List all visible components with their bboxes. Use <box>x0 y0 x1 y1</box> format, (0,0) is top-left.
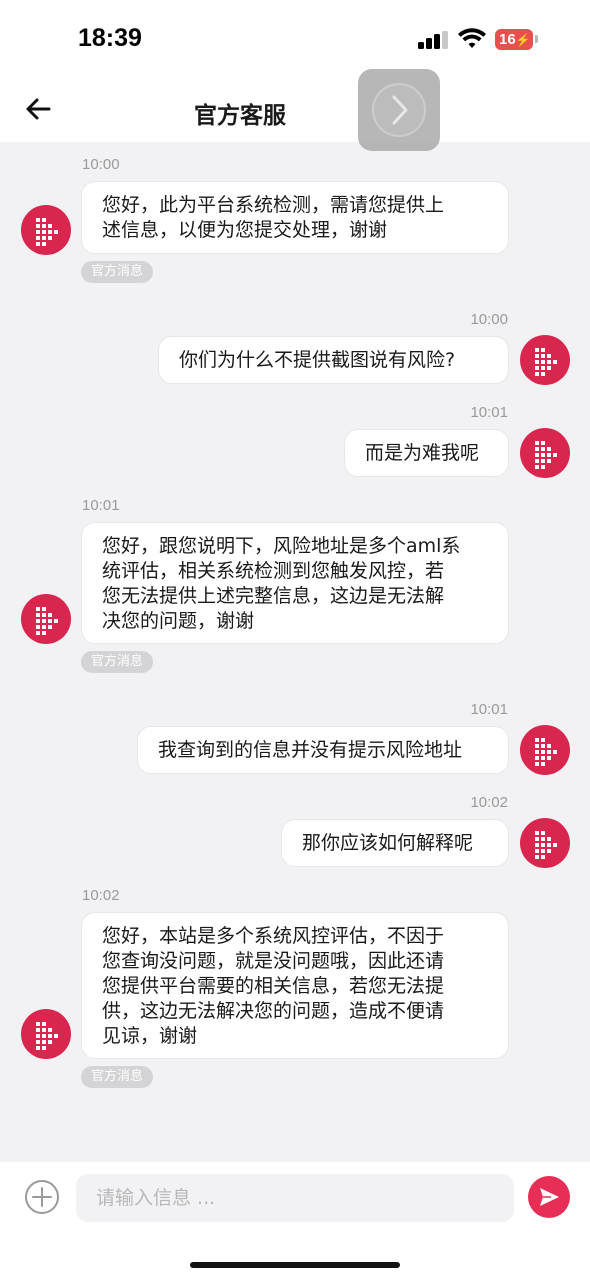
brand-logo-icon <box>535 441 557 469</box>
message-bubble-received: 您好，此为平台系统检测，需请您提供上 述信息，以便为您提交处理，谢谢 <box>81 181 509 254</box>
message-input[interactable] <box>76 1174 514 1222</box>
message-timestamp: 10:02 <box>82 887 120 904</box>
page-title: 官方客服 <box>0 96 590 130</box>
battery-indicator: 16⚡ <box>495 29 533 50</box>
page-title-text: 官方客服 <box>194 103 286 129</box>
plus-circle-icon[interactable] <box>24 1179 60 1215</box>
message-bubble-sent: 那你应该如何解释呢 <box>281 819 509 867</box>
message-bubble-received: 您好，跟您说明下，风险地址是多个aml系 统评估，相关系统检测到您触发风控，若 … <box>81 522 509 644</box>
brand-logo-icon <box>535 348 557 376</box>
avatar <box>520 335 570 385</box>
official-message-tag: 官方消息 <box>81 1066 154 1088</box>
send-icon <box>540 1188 559 1206</box>
message-timestamp: 10:00 <box>470 311 508 328</box>
avatar <box>520 818 570 868</box>
brand-logo-icon <box>36 1022 58 1050</box>
avatar <box>520 725 570 775</box>
nav-bar: 官方客服 <box>0 75 590 142</box>
status-time: 18:39 <box>78 24 142 52</box>
message-bubble-sent: 我查询到的信息并没有提示风险地址 <box>137 726 509 774</box>
message-timestamp: 10:01 <box>470 701 508 718</box>
brand-logo-icon <box>36 607 58 635</box>
brand-logo-icon <box>535 831 557 859</box>
wifi-icon <box>458 28 486 48</box>
message-bubble-received: 您好，本站是多个系统风控评估，不因于 您查询没问题，就是没问题哦，因此还请 您提… <box>81 912 509 1059</box>
message-bubble-sent: 而是为难我呢 <box>344 429 509 477</box>
message-timestamp: 10:00 <box>82 156 120 173</box>
official-message-tag: 官方消息 <box>81 651 154 673</box>
cellular-signal-icon <box>418 31 450 49</box>
brand-logo-icon <box>36 218 58 246</box>
chevron-right-icon <box>392 95 408 125</box>
floating-forward-button[interactable] <box>358 69 440 151</box>
message-timestamp: 10:02 <box>470 794 508 811</box>
message-timestamp: 10:01 <box>82 497 120 514</box>
input-bar <box>0 1162 590 1280</box>
message-timestamp: 10:01 <box>470 404 508 421</box>
status-bar: 18:39 16⚡ <box>0 0 590 75</box>
avatar <box>21 205 71 255</box>
message-bubble-sent: 你们为什么不提供截图说有风险? <box>158 336 509 384</box>
battery-level: 16 <box>499 31 516 48</box>
avatar <box>520 428 570 478</box>
brand-logo-icon <box>535 738 557 766</box>
official-message-tag: 官方消息 <box>81 261 154 283</box>
avatar <box>21 1009 71 1059</box>
home-indicator <box>190 1262 400 1268</box>
send-button[interactable] <box>528 1176 570 1218</box>
battery-nub <box>535 35 538 43</box>
avatar <box>21 594 71 644</box>
chat-area[interactable]: 10:00 您好，此为平台系统检测，需请您提供上 述信息，以便为您提交处理，谢谢… <box>0 142 590 1162</box>
